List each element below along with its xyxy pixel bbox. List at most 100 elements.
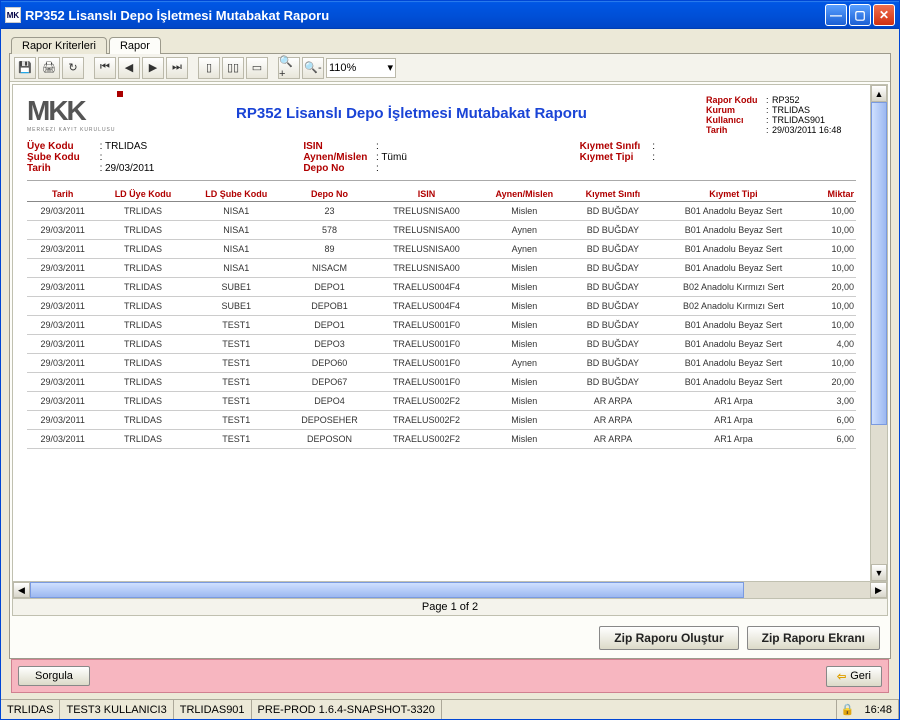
- table-cell: 6,00: [811, 411, 856, 430]
- scroll-up-icon[interactable]: ▲: [871, 85, 887, 102]
- table-cell: B01 Anadolu Beyaz Sert: [656, 354, 811, 373]
- table-row: 29/03/2011TRLIDASTEST1DEPOSEHERTRAELUS00…: [27, 411, 856, 430]
- table-cell: TRAELUS002F2: [374, 430, 479, 449]
- sorgula-button[interactable]: Sorgula: [18, 666, 90, 686]
- page-mode-3-button[interactable]: ▭: [246, 57, 268, 79]
- table-cell: 29/03/2011: [27, 240, 98, 259]
- table-cell: 10,00: [811, 297, 856, 316]
- maximize-button[interactable]: ▢: [849, 4, 871, 26]
- next-page-button[interactable]: ▶: [142, 57, 164, 79]
- table-cell: 4,00: [811, 335, 856, 354]
- table-cell: Aynen: [479, 240, 570, 259]
- save-button[interactable]: 💾: [14, 57, 36, 79]
- table-cell: B01 Anadolu Beyaz Sert: [656, 221, 811, 240]
- prev-icon: ◀: [125, 61, 133, 74]
- first-page-button[interactable]: ⏮: [94, 57, 116, 79]
- tab-rapor-kriterleri[interactable]: Rapor Kriterleri: [11, 37, 107, 54]
- next-icon: ▶: [149, 61, 157, 74]
- table-cell: BD BUĞDAY: [570, 202, 656, 221]
- table-cell: TRAELUS001F0: [374, 373, 479, 392]
- scroll-thumb[interactable]: [30, 582, 744, 598]
- status-cell: TRLIDAS901: [174, 700, 252, 719]
- scroll-left-icon[interactable]: ◀: [13, 582, 30, 598]
- zip-raporu-olustur-button[interactable]: Zip Raporu Oluştur: [599, 626, 738, 650]
- zoom-out-button[interactable]: 🔍-: [302, 57, 324, 79]
- scroll-right-icon[interactable]: ▶: [870, 582, 887, 598]
- tab-rapor[interactable]: Rapor: [109, 37, 161, 54]
- table-cell: DEPOB1: [285, 297, 374, 316]
- table-cell: TRLIDAS: [98, 202, 187, 221]
- table-cell: B01 Anadolu Beyaz Sert: [656, 335, 811, 354]
- zoom-in-icon: 🔍+: [279, 55, 299, 80]
- table-cell: TEST1: [188, 430, 285, 449]
- zoom-combo[interactable]: 110% ▾: [326, 58, 396, 78]
- first-icon: ⏮: [100, 61, 110, 74]
- table-cell: Mislen: [479, 278, 570, 297]
- chevron-down-icon: ▾: [387, 61, 393, 74]
- table-cell: TRELUSNISA00: [374, 202, 479, 221]
- table-cell: TRLIDAS: [98, 411, 187, 430]
- horizontal-scrollbar[interactable]: ◀ ▶: [13, 581, 887, 598]
- page-mode-2-button[interactable]: ▯▯: [222, 57, 244, 79]
- table-cell: Mislen: [479, 259, 570, 278]
- table-row: 29/03/2011TRLIDASNISA189TRELUSNISA00Ayne…: [27, 240, 856, 259]
- titlebar[interactable]: MK RP352 Lisanslı Depo İşletmesi Mutabak…: [1, 1, 899, 29]
- tab-strip: Rapor Kriterleri Rapor: [3, 31, 897, 53]
- table-cell: TRLIDAS: [98, 221, 187, 240]
- table-cell: AR1 Arpa: [656, 430, 811, 449]
- table-cell: Mislen: [479, 202, 570, 221]
- vertical-scrollbar[interactable]: ▲ ▼: [870, 85, 887, 581]
- report-filters: Üye Kodu:TRLIDAS Şube Kodu: Tarih:29/03/…: [27, 137, 856, 181]
- table-cell: AR1 Arpa: [656, 411, 811, 430]
- table-cell: 10,00: [811, 354, 856, 373]
- geri-button[interactable]: ⇦Geri: [826, 666, 882, 687]
- table-row: 29/03/2011TRLIDASSUBE1DEPOB1TRAELUS004F4…: [27, 297, 856, 316]
- status-cell: PRE-PROD 1.6.4-SNAPSHOT-3320: [252, 700, 442, 719]
- table-cell: Mislen: [479, 297, 570, 316]
- table-cell: 10,00: [811, 316, 856, 335]
- table-cell: Mislen: [479, 430, 570, 449]
- table-cell: DEPOSEHER: [285, 411, 374, 430]
- table-cell: Mislen: [479, 373, 570, 392]
- table-cell: BD BUĞDAY: [570, 354, 656, 373]
- table-cell: DEPO3: [285, 335, 374, 354]
- action-bar: Sorgula ⇦Geri: [11, 659, 889, 693]
- save-icon: 💾: [18, 61, 32, 74]
- last-page-button[interactable]: ⏭: [166, 57, 188, 79]
- table-cell: B01 Anadolu Beyaz Sert: [656, 240, 811, 259]
- table-row: 29/03/2011TRLIDASTEST1DEPOSONTRAELUS002F…: [27, 430, 856, 449]
- table-cell: TRELUSNISA00: [374, 240, 479, 259]
- zip-raporu-ekrani-button[interactable]: Zip Raporu Ekranı: [747, 626, 880, 650]
- table-cell: 578: [285, 221, 374, 240]
- table-cell: TRLIDAS: [98, 240, 187, 259]
- table-cell: 3,00: [811, 392, 856, 411]
- prev-page-button[interactable]: ◀: [118, 57, 140, 79]
- close-button[interactable]: ✕: [873, 4, 895, 26]
- table-cell: B02 Anadolu Kırmızı Sert: [656, 297, 811, 316]
- table-cell: 29/03/2011: [27, 373, 98, 392]
- table-cell: 29/03/2011: [27, 221, 98, 240]
- zoom-in-button[interactable]: 🔍+: [278, 57, 300, 79]
- minimize-button[interactable]: —: [825, 4, 847, 26]
- table-cell: Mislen: [479, 392, 570, 411]
- scroll-thumb[interactable]: [871, 102, 887, 425]
- table-cell: TRAELUS004F4: [374, 297, 479, 316]
- table-cell: NISA1: [188, 221, 285, 240]
- table-row: 29/03/2011TRLIDASTEST1DEPO67TRAELUS001F0…: [27, 373, 856, 392]
- table-cell: B01 Anadolu Beyaz Sert: [656, 316, 811, 335]
- print-button[interactable]: 🖨: [38, 57, 60, 79]
- zoom-out-icon: 🔍-: [304, 61, 321, 74]
- table-cell: 29/03/2011: [27, 392, 98, 411]
- table-cell: TRAELUS001F0: [374, 316, 479, 335]
- scroll-down-icon[interactable]: ▼: [871, 564, 887, 581]
- table-cell: 10,00: [811, 259, 856, 278]
- table-cell: TRLIDAS: [98, 354, 187, 373]
- status-cell: TEST3 KULLANICI3: [60, 700, 173, 719]
- report-viewport[interactable]: MKK MERKEZI KAYIT KURULUSU RP352 Lisansl…: [13, 85, 870, 581]
- page-mode-1-button[interactable]: ▯: [198, 57, 220, 79]
- refresh-button[interactable]: ↻: [62, 57, 84, 79]
- zoom-value: 110%: [329, 62, 356, 74]
- table-cell: 29/03/2011: [27, 278, 98, 297]
- table-cell: NISACM: [285, 259, 374, 278]
- statusbar: TRLIDAS TEST3 KULLANICI3 TRLIDAS901 PRE-…: [1, 699, 899, 719]
